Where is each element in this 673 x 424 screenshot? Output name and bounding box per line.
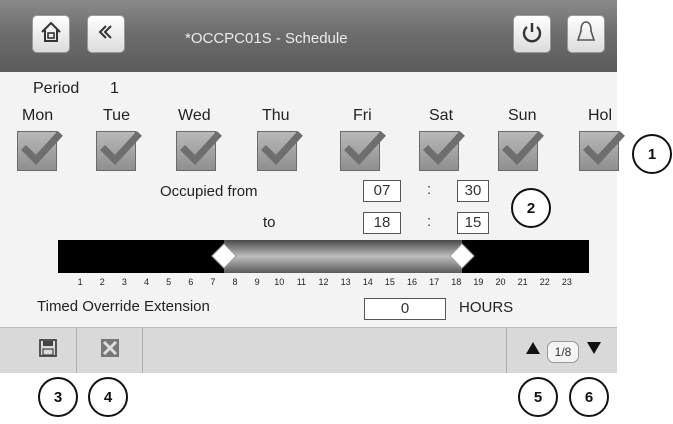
footer-divider <box>142 328 143 373</box>
day-checkbox[interactable] <box>257 131 303 171</box>
hour-tick-label: 14 <box>362 277 373 287</box>
callout-3: 3 <box>38 377 78 417</box>
override-unit: HOURS <box>459 299 514 316</box>
hour-tick-label: 19 <box>473 277 484 287</box>
hour-tick-label: 16 <box>406 277 418 287</box>
back-icon <box>96 22 116 47</box>
hour-tick-label: 15 <box>384 277 395 287</box>
save-button[interactable] <box>20 328 75 373</box>
cancel-icon <box>99 337 121 364</box>
triangle-up-icon <box>525 341 541 360</box>
callout-2: 2 <box>511 188 551 228</box>
to-hour-field[interactable]: 18 <box>363 212 401 234</box>
hour-tick-label: 20 <box>495 277 506 287</box>
home-button[interactable] <box>32 15 70 53</box>
footer-bar: 1/8 <box>0 327 617 373</box>
to-minute-field[interactable]: 15 <box>457 212 489 234</box>
hour-tick-label: 4 <box>143 277 150 287</box>
day-checkbox[interactable] <box>340 131 386 171</box>
timeline-hour-ticks: 1 2 3 4 5 6 7 8 9 10 11 12 13 14 15 16 17 18 19 20 21 22 23 <box>0 277 617 291</box>
hour-tick-label: 17 <box>429 277 440 287</box>
occupied-to-label: to <box>263 214 276 231</box>
power-button[interactable] <box>513 15 551 53</box>
override-label: Timed Override Extension <box>37 298 210 315</box>
override-hours-field[interactable]: 0 <box>364 298 446 320</box>
day-checkbox[interactable] <box>419 131 465 171</box>
day-label: Fri <box>353 107 372 124</box>
hour-tick-label: 8 <box>232 277 238 287</box>
day-checkbox[interactable] <box>498 131 544 171</box>
occupied-from-label: Occupied from <box>160 183 258 200</box>
hour-tick-label: 7 <box>210 277 216 287</box>
checkmark-icon <box>502 131 544 166</box>
cancel-button[interactable] <box>77 328 142 373</box>
back-button[interactable] <box>87 15 125 53</box>
day-label: Hol <box>588 107 613 124</box>
day-label: Wed <box>178 107 211 124</box>
hour-tick-label: 2 <box>99 277 105 287</box>
hour-tick-label: 11 <box>296 277 307 287</box>
hour-tick-label: 1 <box>77 277 83 287</box>
header-bar: *OCCPC01S - Schedule <box>0 0 617 72</box>
day-label: Tue <box>103 107 130 124</box>
hour-tick-label: 5 <box>166 277 172 287</box>
day-checkbox[interactable] <box>579 131 625 171</box>
to-separator: : <box>427 213 432 230</box>
page-indicator: 1/8 <box>547 341 579 363</box>
checkmark-icon <box>100 131 142 166</box>
hour-tick-label: 18 <box>451 277 462 287</box>
checkmark-icon <box>344 131 386 166</box>
power-icon <box>520 20 544 49</box>
day-label: Sun <box>508 107 537 124</box>
checkmark-icon <box>180 131 222 166</box>
hour-tick-label: 22 <box>539 277 550 287</box>
from-separator: : <box>427 181 432 198</box>
from-minute-field[interactable]: 30 <box>457 180 489 202</box>
footer-divider <box>506 328 507 373</box>
callout-1: 1 <box>632 134 672 174</box>
home-icon <box>39 20 63 49</box>
schedule-timeline-bar <box>58 240 589 273</box>
page-down-button[interactable] <box>583 328 605 373</box>
day-checkbox[interactable] <box>96 131 142 171</box>
occupied-range <box>223 240 462 273</box>
period-label: Period <box>33 80 80 97</box>
checkmark-icon <box>583 131 625 166</box>
hour-tick-label: 9 <box>254 277 260 287</box>
day-label: Sat <box>429 107 454 124</box>
hour-tick-label: 21 <box>517 277 528 287</box>
day-label: Thu <box>262 107 290 124</box>
period-value: 1 <box>110 80 119 97</box>
checkmark-icon <box>423 131 465 166</box>
hour-tick-label: 10 <box>274 277 285 287</box>
triangle-down-icon <box>586 341 602 360</box>
checkmark-icon <box>261 131 303 166</box>
page-title: *OCCPC01S - Schedule <box>185 30 348 47</box>
save-icon <box>38 338 58 363</box>
callout-6: 6 <box>569 377 609 417</box>
callout-5: 5 <box>518 377 558 417</box>
hour-tick-label: 13 <box>340 277 351 287</box>
callout-4: 4 <box>88 377 128 417</box>
bell-icon <box>574 19 598 50</box>
hour-tick-label: 12 <box>318 277 329 287</box>
page-up-button[interactable] <box>522 328 544 373</box>
hour-tick-label: 3 <box>121 277 127 287</box>
day-checkbox[interactable] <box>176 131 222 171</box>
day-checkbox[interactable] <box>17 131 63 171</box>
day-label: Mon <box>22 107 54 124</box>
schedule-screen: *OCCPC01S - Schedule Period 1 Mon Tue Wed T… <box>0 0 625 373</box>
alarm-button[interactable] <box>567 15 605 53</box>
hour-tick-label: 23 <box>561 277 572 287</box>
hour-tick-label: 6 <box>188 277 194 287</box>
checkmark-icon <box>21 131 63 166</box>
from-hour-field[interactable]: 07 <box>363 180 401 202</box>
